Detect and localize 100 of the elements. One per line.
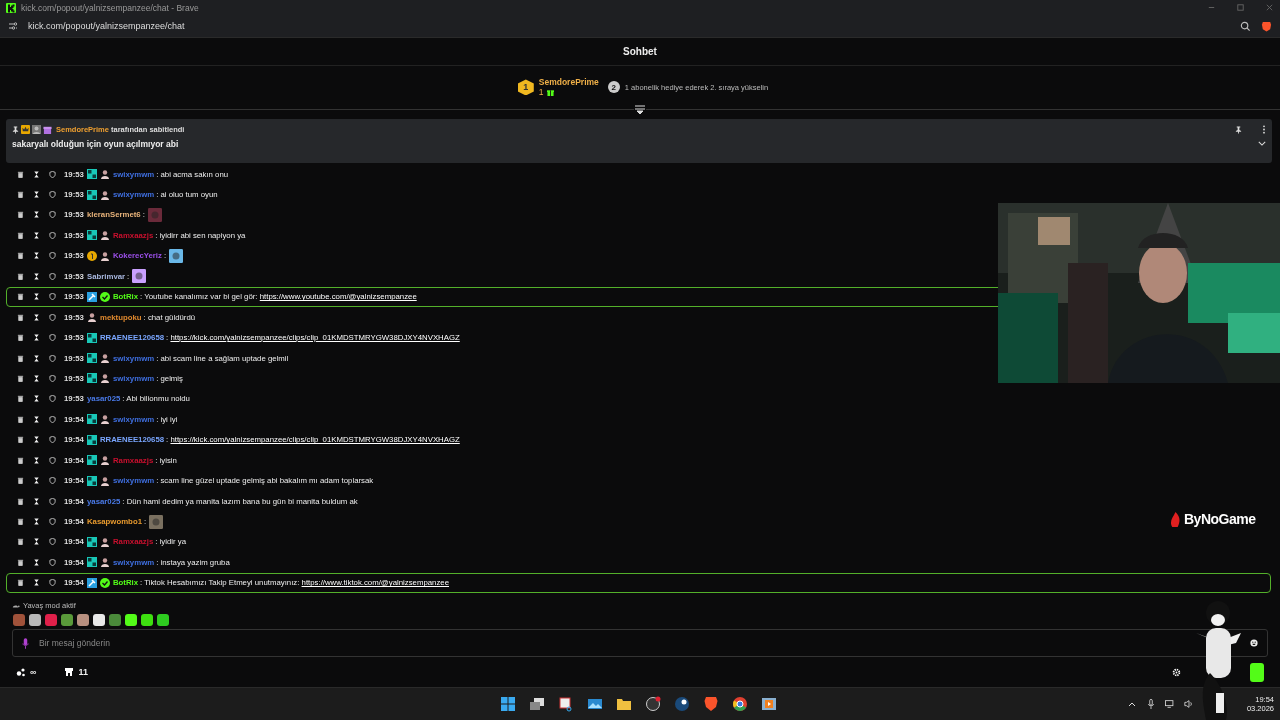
hourglass-icon[interactable] — [33, 436, 40, 444]
shield-icon[interactable] — [49, 497, 56, 505]
chevron-down-icon[interactable] — [1258, 141, 1266, 147]
delete-icon[interactable] — [17, 375, 24, 382]
delete-icon[interactable] — [17, 497, 24, 505]
delete-icon[interactable] — [17, 395, 24, 403]
delete-icon[interactable] — [17, 538, 24, 546]
delete-icon[interactable] — [17, 456, 24, 464]
snipping-tool-icon[interactable] — [558, 696, 574, 712]
delete-icon[interactable] — [17, 477, 24, 485]
microphone-icon[interactable] — [22, 637, 29, 649]
shield-icon[interactable] — [49, 375, 56, 382]
lion-shield-icon[interactable] — [703, 696, 719, 712]
shield-icon[interactable] — [49, 272, 56, 280]
lion-shield-icon[interactable] — [1261, 20, 1272, 32]
delete-icon[interactable] — [17, 558, 24, 566]
microphone-icon[interactable] — [1145, 699, 1156, 709]
pin-icon[interactable] — [1235, 125, 1242, 134]
site-settings-icon[interactable] — [8, 21, 18, 32]
hourglass-icon[interactable] — [33, 579, 40, 587]
start-icon[interactable] — [500, 696, 516, 712]
hourglass-icon[interactable] — [33, 354, 40, 362]
settings-icon[interactable] — [1172, 667, 1181, 677]
shield-icon[interactable] — [49, 436, 56, 444]
send-button[interactable] — [1250, 662, 1264, 682]
delete-icon[interactable] — [17, 252, 24, 260]
steam-icon[interactable] — [674, 696, 690, 712]
hourglass-icon[interactable] — [33, 191, 40, 199]
hourglass-icon[interactable] — [33, 170, 40, 178]
delete-icon[interactable] — [17, 272, 24, 280]
shield-icon[interactable] — [49, 293, 56, 301]
hourglass-icon[interactable] — [33, 272, 40, 280]
delete-icon[interactable] — [17, 579, 24, 587]
shield-icon[interactable] — [49, 354, 56, 362]
shield-icon[interactable] — [49, 415, 56, 423]
emote-icon[interactable] — [125, 614, 137, 627]
emote-icon[interactable] — [29, 614, 41, 627]
volume-icon[interactable] — [1183, 699, 1194, 709]
shield-icon[interactable] — [49, 456, 56, 464]
task-view-icon[interactable] — [529, 696, 545, 712]
shield-icon[interactable] — [49, 334, 56, 342]
hourglass-icon[interactable] — [33, 313, 40, 321]
shield-icon[interactable] — [49, 518, 56, 526]
shield-icon[interactable] — [49, 252, 56, 260]
hourglass-icon[interactable] — [33, 211, 40, 219]
points-icon[interactable] — [16, 667, 26, 678]
message-input[interactable]: Bir mesaj gönderin — [12, 629, 1268, 658]
hourglass-icon[interactable] — [33, 252, 40, 260]
gifter-name[interactable]: SemdorePrime — [538, 77, 599, 88]
more-icon[interactable] — [1262, 125, 1266, 135]
emote-icon[interactable] — [93, 614, 105, 627]
shield-icon[interactable] — [49, 170, 56, 178]
media-player-icon[interactable] — [761, 696, 777, 712]
hourglass-icon[interactable] — [33, 334, 40, 342]
search-icon[interactable] — [1240, 20, 1251, 32]
shield-icon[interactable] — [49, 313, 56, 321]
emote-icon[interactable] — [61, 614, 73, 627]
shield-icon[interactable] — [49, 558, 56, 566]
emoji-icon[interactable] — [1250, 639, 1258, 648]
delete-icon[interactable] — [17, 293, 24, 301]
expand-icon[interactable] — [634, 104, 646, 115]
store-icon[interactable] — [64, 667, 75, 678]
delete-icon[interactable] — [17, 415, 24, 423]
delete-icon[interactable] — [17, 170, 24, 178]
delete-icon[interactable] — [17, 518, 24, 526]
delete-icon[interactable] — [17, 354, 24, 362]
hourglass-icon[interactable] — [33, 456, 40, 464]
hourglass-icon[interactable] — [33, 395, 40, 403]
hourglass-icon[interactable] — [33, 538, 40, 546]
delete-icon[interactable] — [17, 436, 24, 444]
chrome-icon[interactable] — [732, 696, 748, 712]
folder-icon[interactable] — [616, 696, 632, 712]
emote-icon[interactable] — [77, 614, 89, 627]
hourglass-icon[interactable] — [33, 477, 40, 485]
hourglass-icon[interactable] — [33, 231, 40, 239]
hourglass-icon[interactable] — [33, 293, 40, 301]
shield-icon[interactable] — [49, 395, 56, 403]
delete-icon[interactable] — [17, 211, 24, 219]
delete-icon[interactable] — [17, 191, 24, 199]
hourglass-icon[interactable] — [33, 518, 40, 526]
shield-icon[interactable] — [49, 231, 56, 239]
hourglass-icon[interactable] — [33, 558, 40, 566]
shield-icon[interactable] — [49, 191, 56, 199]
shield-icon[interactable] — [49, 538, 56, 546]
shield-icon[interactable] — [49, 211, 56, 219]
address-bar-url[interactable]: kick.com/popout/yalnizsempanzee/chat — [28, 21, 185, 32]
close-icon[interactable] — [1265, 3, 1274, 13]
delete-icon[interactable] — [17, 313, 24, 321]
photos-icon[interactable] — [587, 696, 603, 712]
hourglass-icon[interactable] — [33, 497, 40, 505]
shield-icon[interactable] — [49, 477, 56, 485]
hourglass-icon[interactable] — [33, 375, 40, 382]
avatar-badge-icon — [99, 189, 110, 200]
emote-icon[interactable] — [141, 614, 153, 627]
emote-icon[interactable] — [157, 614, 169, 627]
shield-icon[interactable] — [49, 579, 56, 587]
delete-icon[interactable] — [17, 231, 24, 239]
subscriber-badge-icon — [86, 230, 97, 241]
delete-icon[interactable] — [17, 334, 24, 342]
hourglass-icon[interactable] — [33, 415, 40, 423]
